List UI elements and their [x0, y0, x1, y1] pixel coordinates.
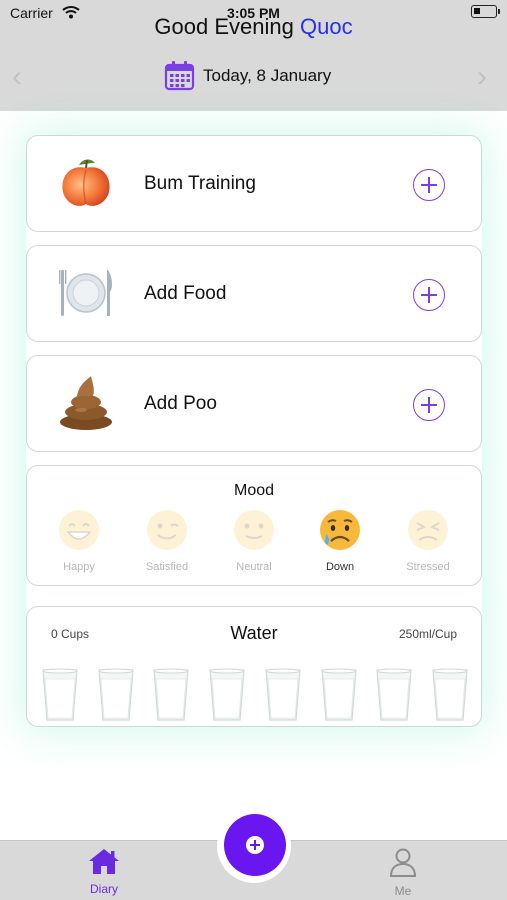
mood-option-down[interactable]: Down [305, 508, 375, 573]
tab-me-label: Me [394, 884, 412, 898]
water-cup-8[interactable] [431, 667, 469, 723]
greeting-title: Good Evening Quoc [0, 14, 507, 40]
bum-training-card[interactable]: Bum Training [26, 135, 482, 232]
mood-label-happy: Happy [63, 561, 95, 573]
mood-option-happy[interactable]: Happy [44, 508, 114, 573]
poo-icon [60, 376, 112, 430]
plate-icon [59, 270, 113, 316]
water-cup-5[interactable] [264, 667, 302, 723]
add-bum-training-button[interactable] [413, 169, 445, 201]
mood-option-neutral[interactable]: Neutral [219, 508, 289, 573]
happy-face-icon [59, 510, 99, 550]
water-cup-3[interactable] [152, 667, 190, 723]
date-label: Today, 8 January [203, 65, 332, 85]
add-food-card[interactable]: Add Food [26, 245, 482, 342]
mood-label-down: Down [325, 561, 355, 573]
add-circle-icon [246, 836, 264, 854]
mood-card: Mood Happy Satisfied Neutral Down Stress… [26, 465, 482, 586]
water-cups-row [41, 667, 469, 723]
sad-sweat-face-icon [320, 510, 360, 550]
wink-face-icon [147, 510, 187, 550]
date-picker[interactable]: Today, 8 January [164, 60, 331, 91]
add-poo-card[interactable]: Add Poo [26, 355, 482, 452]
slight-smile-face-icon [234, 510, 274, 550]
tab-me[interactable]: Me [363, 847, 443, 898]
mood-title: Mood [233, 482, 275, 499]
add-poo-label: Add Poo [144, 393, 217, 414]
mood-option-stressed[interactable]: Stressed [393, 508, 463, 573]
date-navigator: ‹ Today, 8 January › [0, 60, 507, 94]
tab-diary[interactable]: Diary [64, 847, 144, 896]
home-icon [89, 849, 119, 874]
header: Carrier 3:05 PM Good Evening Quoc ‹ Toda… [0, 0, 507, 111]
water-cup-2[interactable] [97, 667, 135, 723]
bum-training-label: Bum Training [144, 173, 256, 194]
mood-label-stressed: Stressed [406, 561, 450, 573]
water-cup-7[interactable] [375, 667, 413, 723]
greeting-text: Good Evening [154, 14, 294, 39]
water-cup-6[interactable] [320, 667, 358, 723]
water-cup-4[interactable] [208, 667, 246, 723]
tab-diary-label: Diary [89, 882, 118, 896]
cup-size-label: 250ml/Cup [398, 627, 457, 641]
add-entry-fab-button[interactable] [224, 814, 286, 876]
next-day-chevron-icon[interactable]: › [477, 62, 487, 92]
add-food-button[interactable] [413, 279, 445, 311]
water-cup-1[interactable] [41, 667, 79, 723]
person-icon [389, 848, 417, 877]
calendar-icon [164, 61, 195, 91]
mood-label-neutral: Neutral [236, 561, 272, 573]
previous-day-chevron-icon[interactable]: ‹ [12, 62, 22, 92]
user-name[interactable]: Quoc [300, 14, 353, 39]
mood-option-satisfied[interactable]: Satisfied [132, 508, 202, 573]
add-poo-button[interactable] [413, 389, 445, 421]
peach-icon [62, 159, 110, 206]
water-card: 0 Cups Water 250ml/Cup [26, 606, 482, 727]
add-food-label: Add Food [144, 283, 227, 304]
mood-label-satisfied: Satisfied [145, 561, 189, 573]
stressed-face-icon [408, 510, 448, 550]
